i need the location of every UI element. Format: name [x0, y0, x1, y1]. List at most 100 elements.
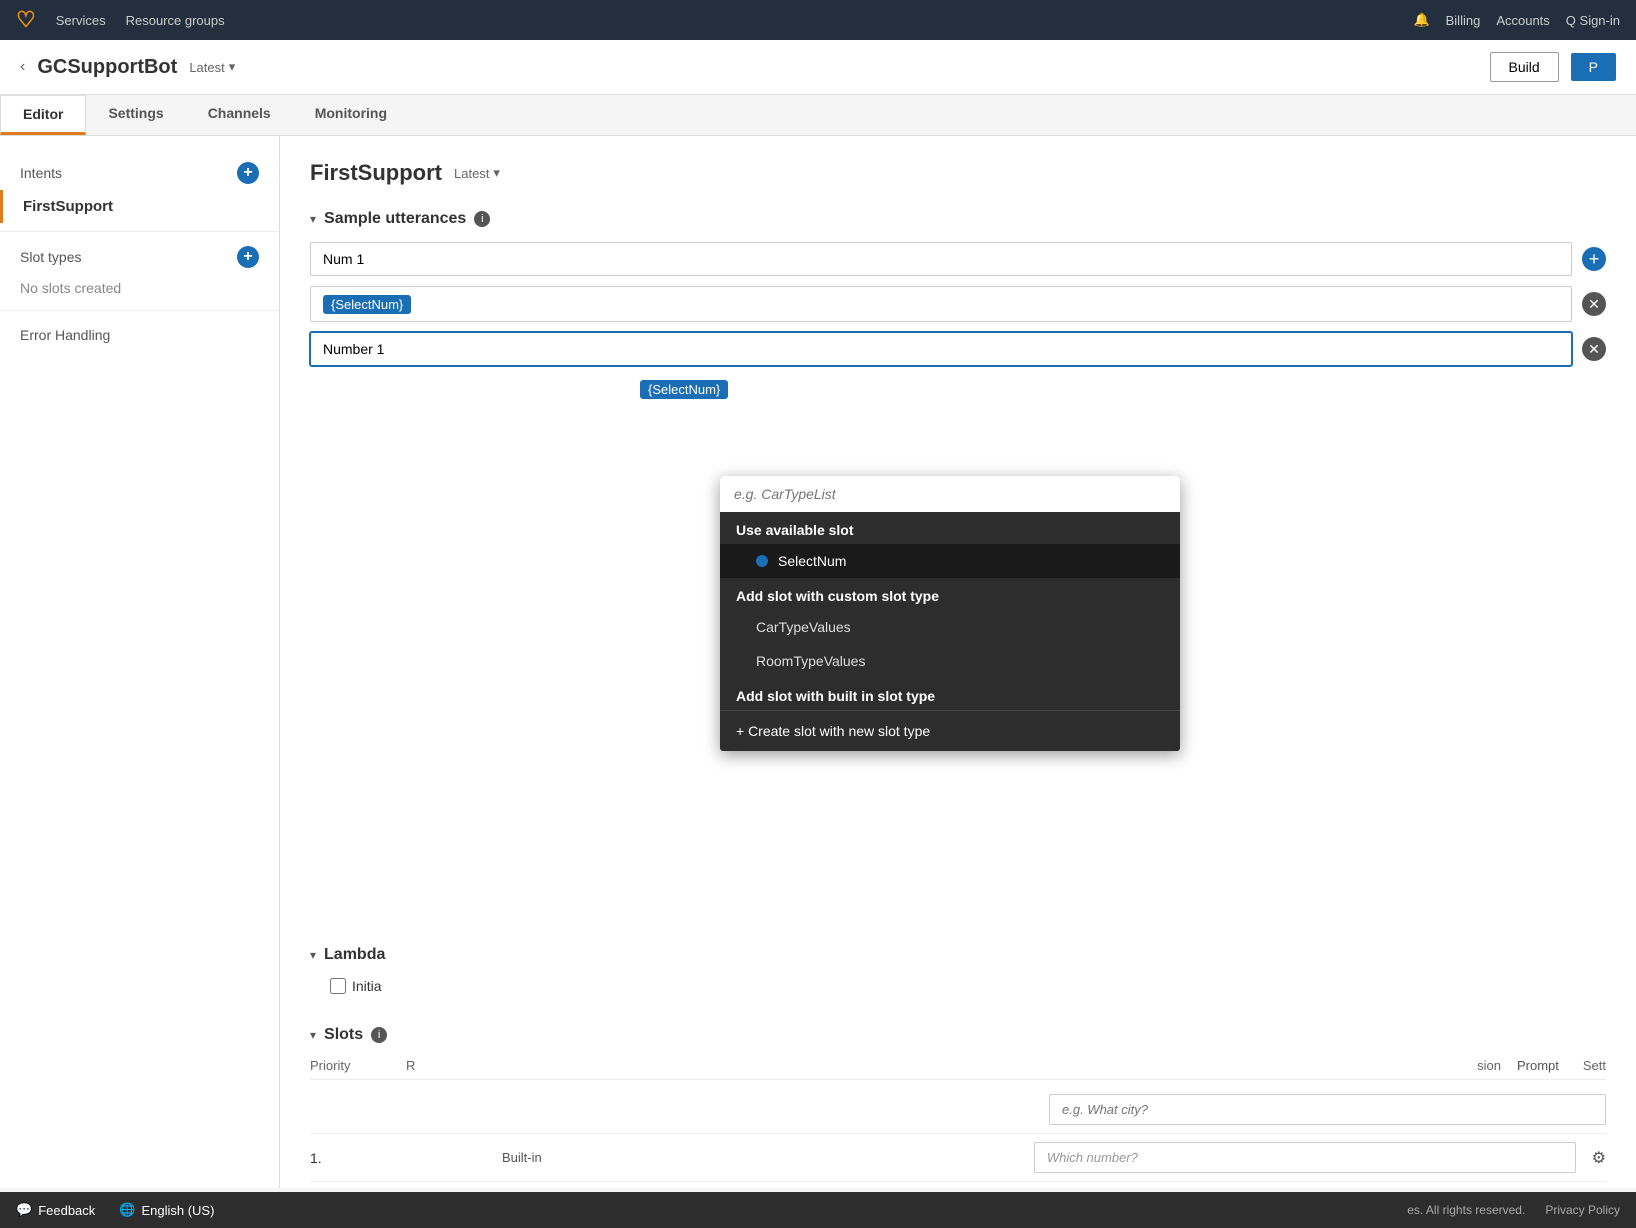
- lambda-title: Lambda: [324, 946, 385, 964]
- col-prompt: Prompt: [1517, 1058, 1559, 1073]
- no-slots-label: No slots created: [0, 274, 279, 302]
- tabs-bar: Editor Settings Channels Monitoring: [0, 95, 1636, 136]
- version-label: Latest: [189, 60, 224, 75]
- slot-dropdown: Use available slot SelectNum Add slot wi…: [720, 476, 1180, 751]
- slot-option-selectnum[interactable]: SelectNum: [720, 544, 1180, 578]
- remove-utterance-button-3[interactable]: ✕: [1582, 337, 1606, 361]
- utterance-row-1: + Input and add: [310, 242, 1606, 276]
- utterance-slot-display-2: {SelectNum}: [310, 286, 1572, 322]
- slots-table-header: Priority R sion Prompt Sett: [310, 1058, 1606, 1080]
- lambda-checkbox-label: Initia: [352, 978, 382, 994]
- slot-selectnum-label: SelectNum: [778, 553, 846, 569]
- signin-link[interactable]: Q Sign-in: [1566, 13, 1620, 28]
- utterance-row-2: {SelectNum} ✕: [310, 286, 1606, 322]
- slots-info-icon[interactable]: i: [371, 1027, 387, 1043]
- slots-row-1: 1. Built-in ⚙: [310, 1134, 1606, 1182]
- nav-services[interactable]: Services: [56, 13, 106, 28]
- version-dropdown[interactable]: Latest ▾: [189, 59, 235, 75]
- nav-resource-groups[interactable]: Resource groups: [126, 13, 225, 28]
- slots-row-empty: [310, 1086, 1606, 1134]
- slots-title: Slots: [324, 1026, 363, 1044]
- sidebar-item-firstsupport[interactable]: FirstSupport: [0, 190, 279, 223]
- bot-name: GCSupportBot: [37, 56, 177, 79]
- col-priority: Priority: [310, 1058, 390, 1073]
- bottom-bar-right: es. All rights reserved. Privacy Policy: [1407, 1203, 1620, 1217]
- tab-settings[interactable]: Settings: [86, 95, 185, 135]
- utterance-input-3[interactable]: [310, 332, 1572, 366]
- top-nav: ♡ Services Resource groups 🔔 Billing Acc…: [0, 0, 1636, 40]
- add-utterance-button-1[interactable]: +: [1582, 247, 1606, 271]
- content-area: FirstSupport Latest ▾ ▾ Sample utterance…: [280, 136, 1636, 1188]
- slots-collapse-icon[interactable]: ▾: [310, 1028, 316, 1042]
- main-layout: Intents + FirstSupport Slot types + No s…: [0, 136, 1636, 1188]
- intent-name: FirstSupport: [310, 160, 442, 186]
- intent-version-dropdown[interactable]: Latest ▾: [454, 165, 500, 181]
- col-settings: Sett: [1583, 1058, 1606, 1073]
- intent-version-label: Latest: [454, 166, 489, 181]
- slot-priority-1: 1.: [310, 1150, 390, 1166]
- billing-link[interactable]: Billing: [1446, 13, 1481, 28]
- slot-dot-icon: [756, 555, 768, 567]
- lambda-header: ▾ Lambda: [310, 946, 1606, 964]
- sidebar: Intents + FirstSupport Slot types + No s…: [0, 136, 280, 1188]
- chat-icon: 💬: [16, 1202, 32, 1218]
- slots-section: ▾ Slots i Priority R sion Prompt Sett: [310, 1026, 1606, 1182]
- slot-builtin-label: Built-in: [502, 1150, 1018, 1165]
- feedback-link[interactable]: 💬 Feedback: [16, 1202, 95, 1218]
- sample-utterances-header: ▾ Sample utterances i: [310, 210, 1606, 228]
- back-arrow-icon[interactable]: ‹: [20, 58, 25, 76]
- lambda-section: ▾ Lambda Initia: [310, 946, 1606, 1002]
- bottom-bar: 💬 Feedback 🌐 English (US) es. All rights…: [0, 1192, 1636, 1228]
- add-slot-type-button[interactable]: +: [237, 246, 259, 268]
- add-builtin-slot-label: Add slot with built in slot type: [720, 678, 1180, 710]
- add-custom-slot-label: Add slot with custom slot type: [720, 578, 1180, 610]
- intent-version-chevron-icon: ▾: [493, 165, 500, 181]
- build-button[interactable]: Build: [1490, 52, 1559, 82]
- use-available-slot-label: Use available slot: [720, 512, 1180, 544]
- accounts-link[interactable]: Accounts: [1496, 13, 1549, 28]
- utterance-row-3: ✕ Drag text to apply Slot: [310, 332, 1606, 366]
- slot-prompt-input-1[interactable]: [1034, 1142, 1576, 1173]
- sample-utterances-title: Sample utterances: [324, 210, 466, 228]
- sidebar-item-error-handling[interactable]: Error Handling: [0, 319, 279, 351]
- publish-button[interactable]: P: [1571, 53, 1616, 81]
- sub-header: ‹ GCSupportBot Latest ▾ Build P: [0, 40, 1636, 95]
- slot-tag-selectnum: {SelectNum}: [640, 380, 728, 399]
- nav-links: Services Resource groups: [56, 13, 225, 28]
- add-intent-button[interactable]: +: [237, 162, 259, 184]
- gear-icon-1[interactable]: ⚙: [1592, 1148, 1606, 1168]
- language-link[interactable]: 🌐 English (US): [119, 1202, 214, 1218]
- sidebar-divider-1: [0, 231, 279, 232]
- sidebar-divider-2: [0, 310, 279, 311]
- language-label: English (US): [141, 1203, 214, 1218]
- create-slot-button[interactable]: + Create slot with new slot type: [720, 710, 1180, 751]
- tab-editor[interactable]: Editor: [0, 95, 86, 135]
- chevron-down-icon: ▾: [229, 59, 236, 75]
- lambda-collapse-icon[interactable]: ▾: [310, 948, 316, 962]
- slot-prompt-input-empty[interactable]: [1049, 1094, 1606, 1125]
- col-version: sion: [1477, 1058, 1501, 1073]
- col-required: R: [406, 1058, 486, 1073]
- slot-types-section: Slot types +: [0, 240, 279, 274]
- tab-monitoring[interactable]: Monitoring: [293, 95, 409, 135]
- intents-section: Intents +: [0, 156, 279, 190]
- privacy-policy-link[interactable]: Privacy Policy: [1545, 1203, 1620, 1217]
- notification-icon[interactable]: 🔔: [1413, 12, 1429, 28]
- globe-icon: 🌐: [119, 1202, 135, 1218]
- slot-search-input[interactable]: [720, 476, 1180, 512]
- slot-types-label: Slot types: [20, 249, 81, 265]
- col-name: [502, 1058, 1461, 1073]
- tab-channels[interactable]: Channels: [186, 95, 293, 135]
- info-icon[interactable]: i: [474, 211, 490, 227]
- rights-text: es. All rights reserved.: [1407, 1203, 1525, 1217]
- slot-option-cartypevalues[interactable]: CarTypeValues: [720, 610, 1180, 644]
- utterance-input-1[interactable]: [310, 242, 1572, 276]
- slot-tag-container: {SelectNum}: [640, 380, 728, 399]
- slot-option-roomtypevalues[interactable]: RoomTypeValues: [720, 644, 1180, 678]
- remove-utterance-button-2[interactable]: ✕: [1582, 292, 1606, 316]
- collapse-arrow-icon[interactable]: ▾: [310, 212, 316, 226]
- intent-header: FirstSupport Latest ▾: [310, 160, 1606, 186]
- top-nav-right: 🔔 Billing Accounts Q Sign-in: [1413, 12, 1620, 28]
- aws-logo: ♡: [16, 7, 36, 33]
- lambda-checkbox[interactable]: [330, 978, 346, 994]
